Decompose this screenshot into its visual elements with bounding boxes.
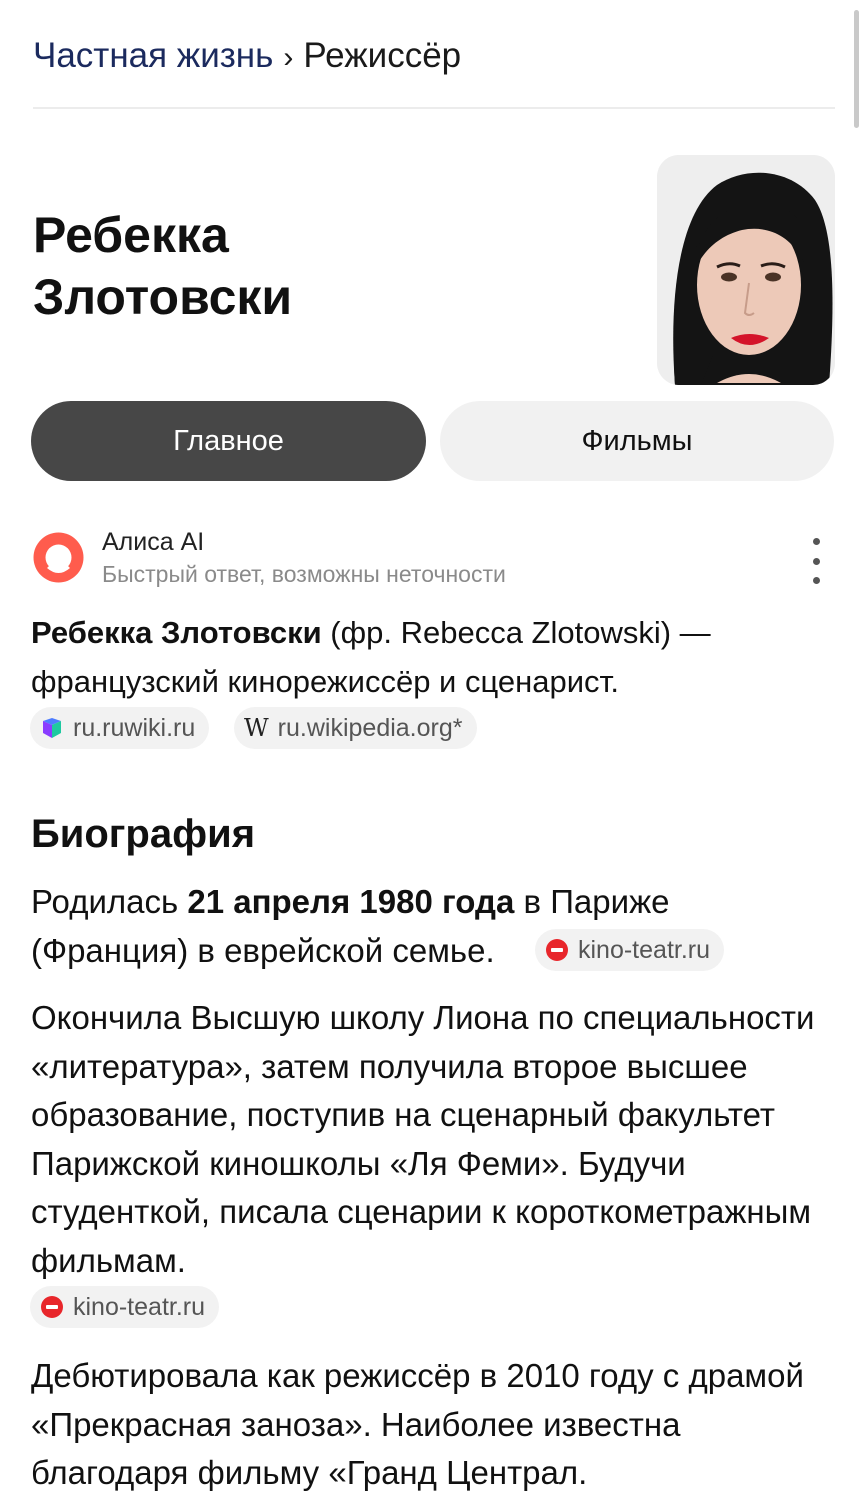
breadcrumb-separator: › [283,41,294,74]
summary-person-name: Ребекка Злотовски [31,615,322,650]
breadcrumb: Частная жизнь › Режиссёр [33,34,461,80]
person-portrait[interactable] [657,155,835,385]
header-divider [33,107,835,109]
scrollbar[interactable] [854,10,859,128]
source-chip-kino-teatr[interactable]: kino-teatr.ru [535,929,725,971]
source-chip-ruwiki[interactable]: ru.ruwiki.ru [30,707,210,749]
source-chip-label: kino-teatr.ru [73,1292,206,1321]
source-chip-kino-teatr[interactable]: kino-teatr.ru [30,1286,220,1328]
biography-paragraph-3: Дебютировала как режиссёр в 2010 году с … [31,1357,804,1491]
section-title-biography: Биография [31,812,256,856]
ruwiki-icon [43,718,61,738]
tab-main[interactable]: Главное [31,401,426,481]
alice-subtitle: Быстрый ответ, возможны неточности [102,561,506,587]
portrait-image [657,155,835,385]
alice-title: Алиса AI [102,528,205,556]
source-chip-label: kino-teatr.ru [578,935,711,964]
source-chip-label: ru.ruwiki.ru [73,713,196,742]
p1-birthdate: 21 апреля 1980 года [187,883,515,920]
person-name-line2: Злотовски [33,269,293,325]
more-vertical-icon[interactable] [798,538,834,584]
alice-logo-icon [31,530,86,585]
breadcrumb-link-private-life[interactable]: Частная жизнь [33,36,273,75]
tab-films[interactable]: Фильмы [440,401,834,481]
person-name: Ребекка Злотовски [33,204,593,328]
p1-text-before: Родилась [31,883,188,920]
source-chip-wikipedia[interactable]: W ru.wikipedia.org* [234,707,477,749]
biography-paragraph-2: Окончила Высшую школу Лиона по специальн… [31,999,815,1279]
breadcrumb-current: Режиссёр [303,36,462,75]
kino-teatr-icon [41,1296,63,1318]
person-name-line1: Ребекка [33,207,229,263]
page: Частная жизнь › Режиссёр Ребекка Злотовски… [0,0,861,1500]
alice-summary: Ребекка Злотовски (фр. Rebecca Zlotowski… [31,608,821,706]
kino-teatr-icon [546,939,568,961]
source-chip-label: ru.wikipedia.org* [277,713,463,742]
wikipedia-icon: W [244,714,269,742]
